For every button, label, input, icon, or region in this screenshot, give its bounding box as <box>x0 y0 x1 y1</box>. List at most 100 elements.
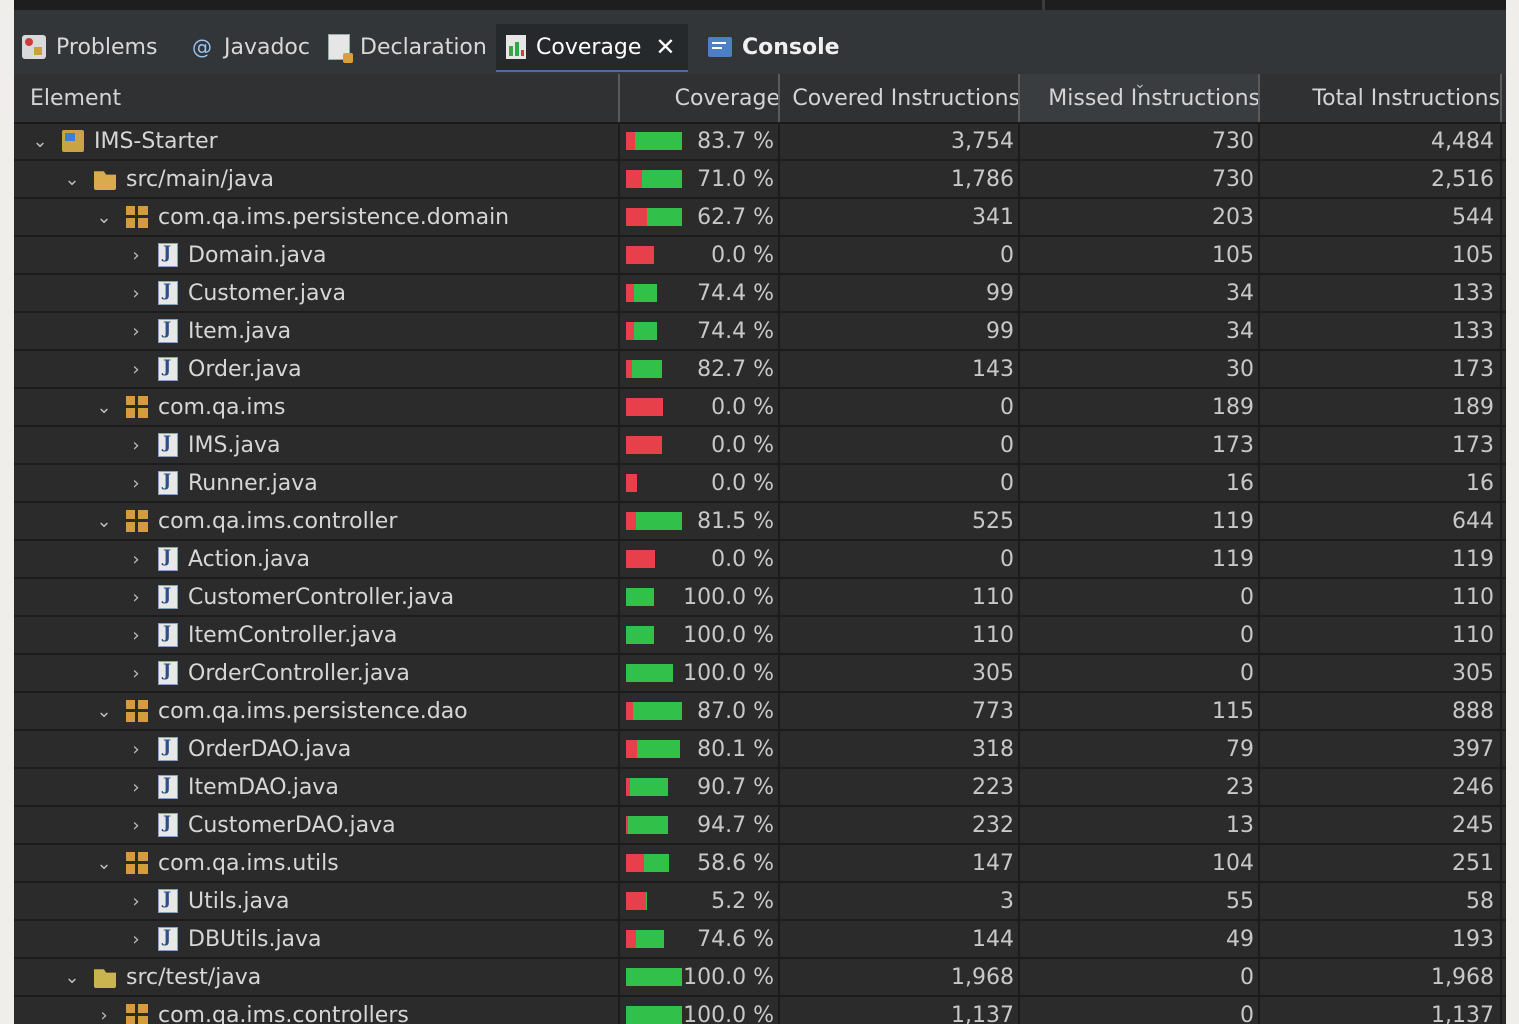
element-cell[interactable]: › OrderController.java <box>126 655 604 691</box>
table-row[interactable]: ⌄ com.qa.ims 0.0 % 0 189 189 <box>14 389 1506 427</box>
table-row[interactable]: › IMS.java 0.0 % 0 173 173 <box>14 427 1506 465</box>
chevron-right-icon[interactable]: › <box>126 283 146 304</box>
table-row[interactable]: › OrderController.java 100.0 % 305 0 305 <box>14 655 1506 693</box>
chevron-right-icon[interactable]: › <box>126 473 146 494</box>
table-row[interactable]: › CustomerDAO.java 94.7 % 232 13 245 <box>14 807 1506 845</box>
element-cell[interactable]: ⌄ com.qa.ims <box>94 389 604 425</box>
column-header-element[interactable]: Element <box>30 74 610 122</box>
table-row[interactable]: ⌄ src/test/java 100.0 % 1,968 0 1,968 <box>14 959 1506 997</box>
element-cell[interactable]: › Runner.java <box>126 465 604 501</box>
element-cell[interactable]: ⌄ src/main/java <box>62 161 604 197</box>
test-folder-icon <box>94 969 116 988</box>
element-cell[interactable]: › Item.java <box>126 313 604 349</box>
tab-declaration[interactable]: Declaration <box>328 24 487 70</box>
element-cell[interactable]: › Order.java <box>126 351 604 387</box>
package-icon <box>126 852 148 874</box>
chevron-down-icon[interactable]: ⌄ <box>94 511 114 532</box>
element-name: IMS-Starter <box>94 128 218 154</box>
chevron-right-icon[interactable]: › <box>94 1005 114 1024</box>
java-file-icon <box>158 281 178 305</box>
table-row[interactable]: › ItemController.java 100.0 % 110 0 110 <box>14 617 1506 655</box>
java-file-icon <box>158 471 178 495</box>
element-cell[interactable]: ⌄ com.qa.ims.utils <box>94 845 604 881</box>
covered-bar-segment <box>632 360 662 378</box>
table-row[interactable]: ⌄ com.qa.ims.controller 81.5 % 525 119 644 <box>14 503 1506 541</box>
chevron-down-icon[interactable]: ⌄ <box>94 207 114 228</box>
column-header-coverage[interactable]: Coverage <box>620 74 780 122</box>
element-cell[interactable]: › CustomerController.java <box>126 579 604 615</box>
table-row[interactable]: ⌄ com.qa.ims.utils 58.6 % 147 104 251 <box>14 845 1506 883</box>
chevron-right-icon[interactable]: › <box>126 891 146 912</box>
element-cell[interactable]: › DBUtils.java <box>126 921 604 957</box>
element-name: Runner.java <box>188 470 318 496</box>
table-row[interactable]: › com.qa.ims.controllers 100.0 % 1,137 0 1,13… <box>14 997 1506 1024</box>
tab-coverage[interactable]: Coverage ✕ <box>496 24 688 72</box>
covered-bar-segment <box>634 284 657 302</box>
element-cell[interactable]: ⌄ IMS-Starter <box>30 123 604 159</box>
close-icon[interactable]: ✕ <box>655 33 675 61</box>
coverage-bar <box>626 474 637 492</box>
element-name: IMS.java <box>188 432 281 458</box>
chevron-right-icon[interactable]: › <box>126 321 146 342</box>
chevron-down-icon[interactable]: ⌄ <box>94 853 114 874</box>
missed-bar-segment <box>626 930 636 948</box>
element-cell[interactable]: › com.qa.ims.controllers <box>94 997 604 1024</box>
element-cell[interactable]: ⌄ com.qa.ims.persistence.domain <box>94 199 604 235</box>
chevron-right-icon[interactable]: › <box>126 587 146 608</box>
chevron-right-icon[interactable]: › <box>126 359 146 380</box>
coverage-bar <box>626 778 668 796</box>
table-row[interactable]: ⌄ IMS-Starter 83.7 % 3,754 730 4,484 <box>14 123 1506 161</box>
element-cell[interactable]: ⌄ com.qa.ims.persistence.dao <box>94 693 604 729</box>
chevron-right-icon[interactable]: › <box>126 663 146 684</box>
tab-problems[interactable]: Problems <box>22 24 157 70</box>
chevron-right-icon[interactable]: › <box>126 815 146 836</box>
table-row[interactable]: › Action.java 0.0 % 0 119 119 <box>14 541 1506 579</box>
element-name: Order.java <box>188 356 302 382</box>
covered-bar-segment <box>636 930 664 948</box>
table-row[interactable]: ⌄ com.qa.ims.persistence.domain 62.7 % 341 2… <box>14 199 1506 237</box>
table-row[interactable]: › Domain.java 0.0 % 0 105 105 <box>14 237 1506 275</box>
element-cell[interactable]: › Utils.java <box>126 883 604 919</box>
element-cell[interactable]: › OrderDAO.java <box>126 731 604 767</box>
element-cell[interactable]: › ItemDAO.java <box>126 769 604 805</box>
chevron-right-icon[interactable]: › <box>126 549 146 570</box>
chevron-down-icon[interactable]: ⌄ <box>62 169 82 190</box>
table-row[interactable]: › Runner.java 0.0 % 0 16 16 <box>14 465 1506 503</box>
column-header-total[interactable]: Total Instructions <box>1260 74 1500 122</box>
element-cell[interactable]: › Action.java <box>126 541 604 577</box>
element-cell[interactable]: › ItemController.java <box>126 617 604 653</box>
element-cell[interactable]: › IMS.java <box>126 427 604 463</box>
tab-console[interactable]: Console <box>708 24 840 70</box>
table-row[interactable]: › DBUtils.java 74.6 % 144 49 193 <box>14 921 1506 959</box>
element-name: src/test/java <box>126 964 262 990</box>
element-cell[interactable]: › Customer.java <box>126 275 604 311</box>
element-cell[interactable]: ⌄ src/test/java <box>62 959 604 995</box>
table-row[interactable]: › Item.java 74.4 % 99 34 133 <box>14 313 1506 351</box>
tab-label: Console <box>742 34 840 60</box>
table-row[interactable]: ⌄ src/main/java 71.0 % 1,786 730 2,516 <box>14 161 1506 199</box>
chevron-right-icon[interactable]: › <box>126 777 146 798</box>
table-row[interactable]: › ItemDAO.java 90.7 % 223 23 246 <box>14 769 1506 807</box>
table-row[interactable]: › OrderDAO.java 80.1 % 318 79 397 <box>14 731 1506 769</box>
table-row[interactable]: › Order.java 82.7 % 143 30 173 <box>14 351 1506 389</box>
table-row[interactable]: › CustomerController.java 100.0 % 110 0 110 <box>14 579 1506 617</box>
missed-instructions: 49 <box>1226 926 1254 952</box>
chevron-right-icon[interactable]: › <box>126 245 146 266</box>
chevron-right-icon[interactable]: › <box>126 625 146 646</box>
table-row[interactable]: ⌄ com.qa.ims.persistence.dao 87.0 % 773 115 8… <box>14 693 1506 731</box>
element-cell[interactable]: ⌄ com.qa.ims.controller <box>94 503 604 539</box>
chevron-down-icon[interactable]: ⌄ <box>94 397 114 418</box>
column-header-covered[interactable]: Covered Instructions <box>780 74 1020 122</box>
element-cell[interactable]: › CustomerDAO.java <box>126 807 604 843</box>
table-row[interactable]: › Utils.java 5.2 % 3 55 58 <box>14 883 1506 921</box>
chevron-right-icon[interactable]: › <box>126 929 146 950</box>
table-row[interactable]: › Customer.java 74.4 % 99 34 133 <box>14 275 1506 313</box>
chevron-down-icon[interactable]: ⌄ <box>94 701 114 722</box>
chevron-down-icon[interactable]: ⌄ <box>62 967 82 988</box>
chevron-right-icon[interactable]: › <box>126 435 146 456</box>
element-cell[interactable]: › Domain.java <box>126 237 604 273</box>
chevron-down-icon[interactable]: ⌄ <box>30 131 50 152</box>
tab-javadoc[interactable]: @ Javadoc <box>190 24 310 70</box>
covered-bar-segment <box>626 968 682 986</box>
chevron-right-icon[interactable]: › <box>126 739 146 760</box>
